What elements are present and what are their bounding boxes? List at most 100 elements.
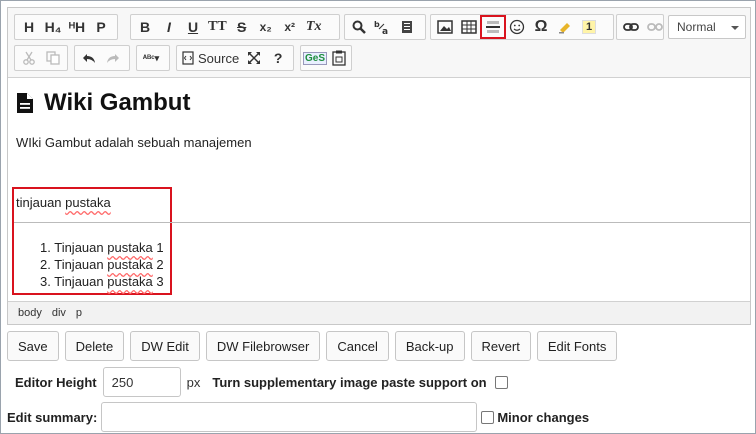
link-button[interactable] bbox=[619, 16, 643, 38]
bold-button[interactable]: B bbox=[133, 16, 157, 38]
edit-fonts-button[interactable]: Edit Fonts bbox=[536, 331, 618, 361]
ges-icon: GeS bbox=[303, 51, 328, 65]
table-button[interactable] bbox=[457, 16, 481, 38]
underline-button[interactable]: U bbox=[181, 16, 205, 38]
paste-support-label: Turn supplementary image paste support o… bbox=[212, 374, 487, 390]
element-path-bar: body div p bbox=[8, 301, 750, 324]
paste-support-checkbox[interactable] bbox=[494, 375, 508, 389]
edit-summary-label: Edit summary: bbox=[7, 409, 98, 425]
redo-icon bbox=[107, 54, 119, 63]
path-item-body[interactable]: body bbox=[18, 307, 42, 319]
delete-button[interactable]: Delete bbox=[64, 331, 125, 361]
source-button[interactable]: Source bbox=[179, 47, 242, 69]
unlink-icon bbox=[647, 23, 663, 31]
editor-height-input[interactable] bbox=[102, 367, 181, 397]
list-index: 2 bbox=[156, 257, 164, 272]
document-icon bbox=[17, 93, 33, 113]
editor-height-row: Editor Height px Turn supplementary imag… bbox=[15, 367, 508, 397]
list-word: Tinjauan bbox=[54, 257, 104, 272]
italic-button[interactable]: I bbox=[157, 16, 181, 38]
superscript-button[interactable]: x² bbox=[278, 16, 302, 38]
remove-format-button[interactable]: Tx bbox=[302, 16, 326, 38]
list-word: Tinjauan bbox=[54, 240, 104, 255]
backup-button[interactable]: Back-up bbox=[394, 331, 465, 361]
page-title: Wiki Gambut bbox=[44, 89, 191, 116]
heading-h-button[interactable]: H bbox=[17, 16, 41, 38]
minor-changes-label: Minor changes bbox=[497, 409, 590, 425]
highlight-button[interactable] bbox=[553, 16, 577, 38]
paragraph-format-select[interactable]: Normal bbox=[668, 15, 746, 39]
smiley-icon bbox=[509, 19, 525, 35]
list-item: 2. Tinjauan pustaka 2 bbox=[40, 256, 164, 273]
image-button[interactable] bbox=[433, 16, 457, 38]
source-label: Source bbox=[198, 50, 240, 66]
heading-lower-button[interactable]: H₄ bbox=[41, 16, 65, 38]
paragraph-button[interactable]: P bbox=[89, 16, 113, 38]
ges-button[interactable]: GeS bbox=[303, 47, 328, 69]
blocks-button[interactable] bbox=[395, 16, 419, 38]
wysiwyg-editor: H H₄ ᴴH P B I U TT S x₂ x² Tx b a Ω 1 No… bbox=[7, 7, 751, 325]
source-icon bbox=[182, 51, 194, 65]
heading-higher-button[interactable]: ᴴH bbox=[65, 16, 89, 38]
action-buttons: Save Delete DW Edit DW Filebrowser Cance… bbox=[7, 331, 623, 361]
chevron-down-icon bbox=[731, 26, 739, 30]
unlink-button[interactable] bbox=[643, 16, 667, 38]
section-label: tinjauan pustaka bbox=[16, 195, 111, 210]
window-frame: H H₄ ᴴH P B I U TT S x₂ x² Tx b a Ω 1 No… bbox=[0, 0, 756, 434]
revert-button[interactable]: Revert bbox=[470, 331, 531, 361]
section-word-2: pustaka bbox=[65, 195, 111, 210]
path-item-p[interactable]: p bbox=[76, 307, 82, 319]
help-button[interactable]: ? bbox=[266, 47, 290, 69]
monospace-button[interactable]: TT bbox=[205, 16, 230, 38]
link-icon bbox=[623, 23, 639, 31]
replace-button[interactable]: ba bbox=[371, 16, 395, 38]
find-button[interactable] bbox=[347, 16, 371, 38]
undo-icon bbox=[83, 54, 95, 63]
cut-button[interactable] bbox=[17, 47, 41, 69]
copy-icon bbox=[46, 51, 60, 65]
search-icon bbox=[352, 20, 366, 34]
list-word: Tinjauan bbox=[54, 274, 104, 289]
edit-summary-input[interactable] bbox=[101, 402, 478, 432]
history-group bbox=[74, 45, 130, 71]
path-item-div[interactable]: div bbox=[52, 307, 66, 319]
list-number: 3. bbox=[40, 274, 51, 289]
omega-icon: Ω bbox=[534, 18, 548, 35]
table-icon bbox=[461, 20, 477, 34]
maximize-button[interactable] bbox=[242, 47, 266, 69]
insert-group: Ω 1 bbox=[430, 14, 614, 40]
edit-summary-row: Edit summary: Minor changes bbox=[7, 402, 589, 432]
paste-button[interactable] bbox=[327, 47, 351, 69]
strikethrough-button[interactable]: S bbox=[230, 16, 254, 38]
dw-filebrowser-button[interactable]: DW Filebrowser bbox=[205, 331, 321, 361]
horizontal-rule bbox=[14, 222, 750, 223]
footnote-button[interactable]: 1 bbox=[577, 16, 601, 38]
paragraph-format-value: Normal bbox=[677, 20, 716, 34]
clipboard-icon bbox=[332, 50, 346, 66]
redo-button[interactable] bbox=[101, 47, 125, 69]
list-number: 1. bbox=[40, 240, 51, 255]
save-button[interactable]: Save bbox=[7, 331, 59, 361]
special-char-button[interactable]: Ω bbox=[529, 16, 553, 38]
clipboard-group bbox=[14, 45, 68, 71]
minor-changes-checkbox[interactable] bbox=[481, 410, 495, 424]
highlighter-icon bbox=[559, 23, 570, 34]
editor-content-area[interactable]: Wiki Gambut WIki Gambut adalah sebuah ma… bbox=[8, 79, 750, 299]
plugin-group: GeS bbox=[300, 45, 352, 71]
dw-edit-button[interactable]: DW Edit bbox=[130, 331, 200, 361]
horizontal-line-button[interactable] bbox=[480, 15, 506, 39]
replace-icon: ba bbox=[374, 20, 388, 35]
copy-button[interactable] bbox=[41, 47, 65, 69]
cancel-button[interactable]: Cancel bbox=[326, 331, 389, 361]
link-group bbox=[616, 14, 664, 40]
scissors-icon bbox=[23, 51, 35, 65]
smiley-button[interactable] bbox=[505, 16, 529, 38]
svg-text:b: b bbox=[374, 20, 380, 29]
undo-button[interactable] bbox=[77, 47, 101, 69]
spellcheck-button[interactable]: ᴬᴮᶜ▾ bbox=[139, 47, 163, 69]
list-number: 2. bbox=[40, 257, 51, 272]
page-heading-row: Wiki Gambut bbox=[16, 89, 190, 117]
subscript-button[interactable]: x₂ bbox=[254, 16, 278, 38]
list-index: 3 bbox=[156, 274, 164, 289]
svg-text:a: a bbox=[382, 27, 388, 35]
